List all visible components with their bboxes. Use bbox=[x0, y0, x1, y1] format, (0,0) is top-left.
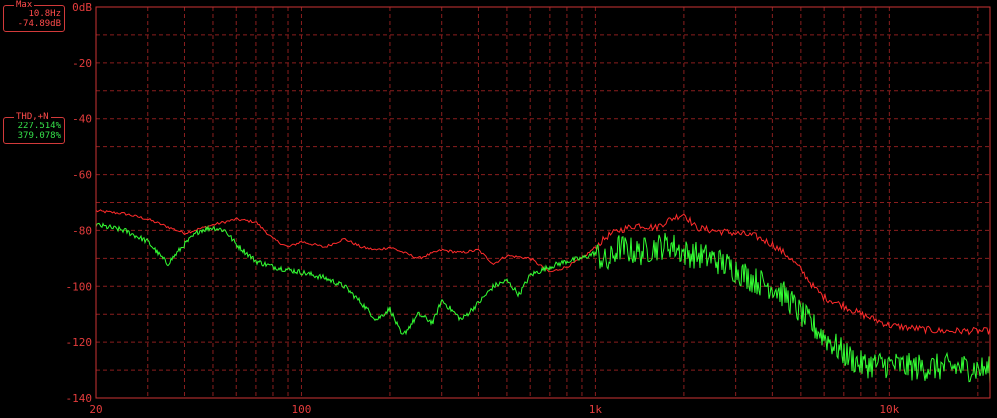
y-tick-label: -140 bbox=[66, 392, 93, 405]
x-tick-label: 100 bbox=[292, 403, 312, 416]
y-tick-label: -60 bbox=[72, 169, 92, 182]
max-level: -74.89dB bbox=[17, 19, 61, 29]
y-tick-label: 0dB bbox=[72, 1, 92, 14]
x-tick-label: 20 bbox=[89, 403, 102, 416]
y-tick-label: -20 bbox=[72, 57, 92, 70]
x-tick-label: 1k bbox=[589, 403, 603, 416]
max-panel-title: Max bbox=[14, 0, 35, 10]
thd-value-1: 227.514% bbox=[17, 121, 61, 131]
y-tick-label: -40 bbox=[72, 113, 92, 126]
y-tick-label: -120 bbox=[66, 336, 93, 349]
x-tick-label: 10k bbox=[879, 403, 899, 416]
y-tick-label: -80 bbox=[72, 224, 92, 237]
thd-panel-title: THD,+N bbox=[14, 112, 51, 122]
spectrum-chart: 0dB -20 -40 -60 -80 -100 -120 -140 20 100 1k 10k bbox=[0, 0, 997, 418]
y-tick-label: -100 bbox=[66, 280, 93, 293]
max-readout-panel: Max 10.8Hz -74.89dB bbox=[3, 0, 65, 32]
thd-value-2: 379.078% bbox=[17, 131, 61, 141]
max-frequency: 10.8Hz bbox=[28, 9, 61, 19]
thd-readout-panel: THD,+N 227.514% 379.078% bbox=[3, 112, 65, 144]
